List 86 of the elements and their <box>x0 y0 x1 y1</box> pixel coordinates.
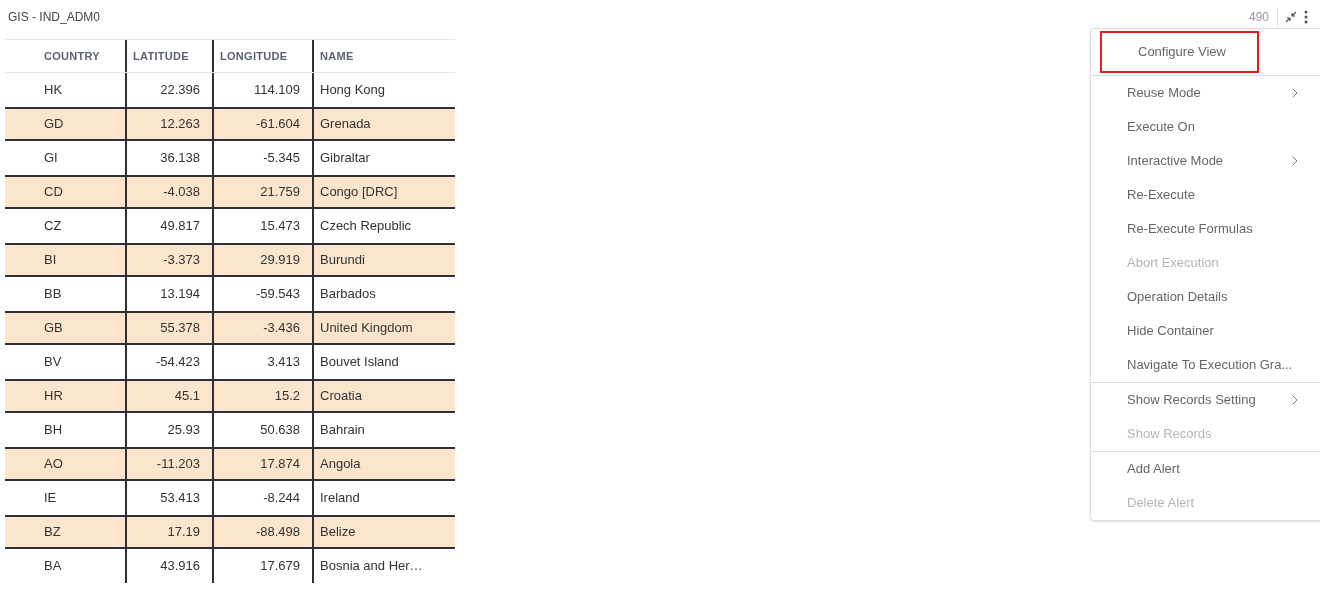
table-cell-text: -54.423 <box>155 353 201 372</box>
table-cell-text: BA <box>43 557 62 576</box>
table-cell-text: BZ <box>43 523 61 542</box>
table-cell-text: Grenada <box>319 115 371 134</box>
menu-item[interactable]: Re-Execute Formulas <box>1091 212 1320 246</box>
table-cell-text: -5.345 <box>263 149 301 168</box>
table-cell-text: Congo [DRC] <box>319 183 398 202</box>
table-cell-text: AO <box>43 455 63 474</box>
column-header[interactable]: NAME <box>314 47 354 65</box>
table-row[interactable]: BZ 17.19 -88.498 Belize <box>5 515 455 549</box>
table-cell-text: Ireland <box>319 489 360 508</box>
table-cell-text: 15.473 <box>260 217 301 236</box>
column-header[interactable]: LATITUDE <box>127 47 189 65</box>
menu-item[interactable]: Show Records Setting <box>1091 383 1320 417</box>
table-cell-text: -4.038 <box>163 183 201 202</box>
table-row[interactable]: HR 45.1 15.2 Croatia <box>5 379 455 413</box>
table-cell-text: Burundi <box>319 251 365 270</box>
table-cell-text: -59.543 <box>255 285 301 304</box>
table-cell-text: Bahrain <box>319 421 365 440</box>
table-cell-text: HR <box>43 387 63 406</box>
table-cell-text: -88.498 <box>255 523 301 542</box>
table-cell-text: Barbados <box>319 285 376 304</box>
panel-title: GIS - IND_ADM0 <box>8 9 100 26</box>
table-cell-text: -61.604 <box>255 115 301 134</box>
menu-item[interactable]: Navigate To Execution Gra... <box>1091 348 1320 382</box>
table-cell-text: Croatia <box>319 387 362 406</box>
menu-item[interactable]: Execute On <box>1091 110 1320 144</box>
table-cell-text: Bouvet Island <box>319 353 399 372</box>
table-row[interactable]: GD 12.263 -61.604 Grenada <box>5 107 455 141</box>
table-cell-text: 114.109 <box>253 81 301 100</box>
table-cell-text: 13.194 <box>160 285 201 304</box>
column-header[interactable]: LONGITUDE <box>214 47 288 65</box>
table-cell-text: Angola <box>319 455 361 474</box>
table-cell-text: GB <box>43 319 63 338</box>
column-header[interactable]: COUNTRY <box>38 47 100 65</box>
table-cell-text: 53.413 <box>160 489 201 508</box>
table-cell-text: CD <box>43 183 63 202</box>
menu-item[interactable]: Configure View <box>1102 33 1257 71</box>
table-cell-text: Bosnia and Her… <box>319 557 423 576</box>
record-count: 490 <box>1248 8 1278 26</box>
table-cell-text: BB <box>43 285 62 304</box>
table-cell-text: -8.244 <box>263 489 301 508</box>
table-cell-text: 17.679 <box>260 557 301 576</box>
table-cell-text: 21.759 <box>260 183 301 202</box>
table-cell-text: GI <box>43 149 58 168</box>
table-cell-text: 29.919 <box>260 251 301 270</box>
more-options-icon[interactable] <box>1304 10 1308 24</box>
table-row[interactable]: BI -3.373 29.919 Burundi <box>5 243 455 277</box>
menu-item[interactable]: Re-Execute <box>1091 178 1320 212</box>
table-cell-text: 50.638 <box>260 421 301 440</box>
table-cell-text: 49.817 <box>160 217 201 236</box>
menu-item[interactable]: Interactive Mode <box>1091 144 1320 178</box>
table-row[interactable]: CD -4.038 21.759 Congo [DRC] <box>5 175 455 209</box>
table-cell-text: -3.373 <box>163 251 201 270</box>
menu-item[interactable]: Reuse Mode <box>1091 76 1320 110</box>
collapse-icon[interactable] <box>1284 10 1298 24</box>
table-row[interactable]: AO -11.203 17.874 Angola <box>5 447 455 481</box>
table-cell-text: CZ <box>43 217 62 236</box>
table-cell-text: Gibraltar <box>319 149 370 168</box>
table-cell-text: HK <box>43 81 63 100</box>
table-cell-text: 3.413 <box>267 353 301 372</box>
menu-item[interactable]: Add Alert <box>1091 452 1320 486</box>
menu-item[interactable]: Operation Details <box>1091 280 1320 314</box>
table-cell-text: Belize <box>319 523 356 542</box>
table-cell-text: -11.203 <box>156 455 201 474</box>
table-cell-text: 22.396 <box>160 81 201 100</box>
table-cell-text: Hong Kong <box>319 81 386 100</box>
table-cell-text: IE <box>43 489 57 508</box>
table-cell-text: BV <box>43 353 62 372</box>
table-cell-text: 25.93 <box>167 421 201 440</box>
table-cell-text: United Kingdom <box>319 319 413 338</box>
table-cell-text: 36.138 <box>160 149 201 168</box>
table-cell-text: GD <box>43 115 64 134</box>
menu-item[interactable]: Hide Container <box>1091 314 1320 348</box>
table-cell-text: 45.1 <box>174 387 201 406</box>
table-cell-text: 55.378 <box>160 319 201 338</box>
table-cell-text: Czech Republic <box>319 217 412 236</box>
table-cell-text: 15.2 <box>274 387 301 406</box>
table-cell-text: BH <box>43 421 63 440</box>
table-cell-text: -3.436 <box>263 319 301 338</box>
table-cell-text: 12.263 <box>160 115 201 134</box>
table-cell-text: 17.19 <box>167 523 201 542</box>
table-row[interactable]: GB 55.378 -3.436 United Kingdom <box>5 311 455 345</box>
table-cell-text: BI <box>43 251 57 270</box>
table-cell-text: 17.874 <box>260 455 301 474</box>
table-cell-text: 43.916 <box>160 557 201 576</box>
